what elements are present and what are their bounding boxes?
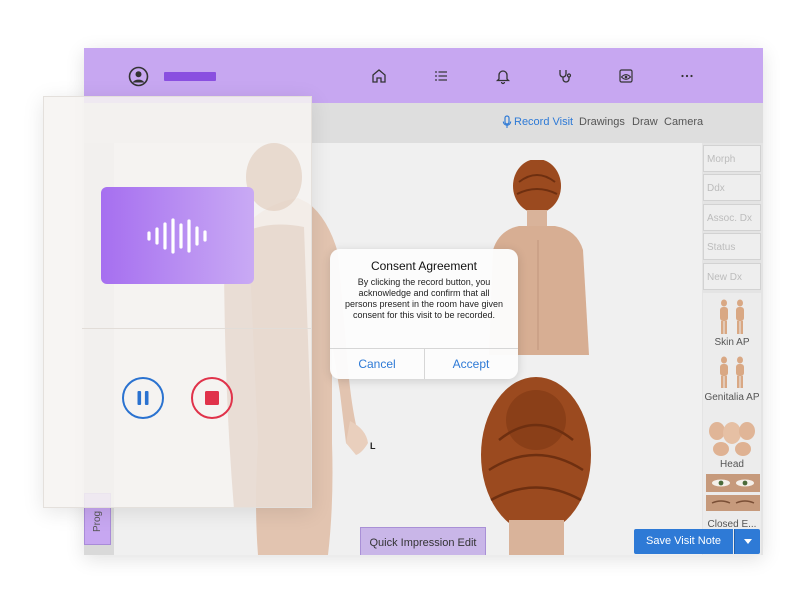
bell-icon[interactable]: [493, 66, 513, 86]
head-thumbnail[interactable]: [707, 419, 757, 457]
tab-record-visit[interactable]: Record Visit: [514, 116, 573, 128]
stethoscope-icon[interactable]: [554, 66, 574, 86]
top-nav-bar: [84, 48, 763, 103]
recording-panel: [43, 96, 312, 508]
quick-impression-edit-tab[interactable]: Quick Impression Edit: [360, 527, 486, 555]
eye-icon[interactable]: [616, 66, 636, 86]
eyes-thumbnail[interactable]: [706, 474, 760, 514]
progress-tab-label: Prog: [92, 510, 103, 532]
save-options-dropdown[interactable]: [734, 529, 760, 554]
ddx-field[interactable]: Ddx: [703, 174, 761, 201]
morph-field[interactable]: Morph: [703, 145, 761, 172]
microphone-icon: [502, 115, 512, 129]
caret-down-icon: [743, 539, 752, 544]
dialog-title: Consent Agreement: [370, 259, 478, 273]
genitalia-ap-label: Genitalia AP: [704, 392, 760, 403]
status-field[interactable]: Status: [703, 233, 761, 260]
list-icon[interactable]: [431, 66, 451, 86]
recorder-divider: [82, 328, 311, 329]
stop-icon: [205, 391, 219, 405]
user-avatar-icon[interactable]: [128, 66, 149, 87]
diagnosis-sidebar: Morph Ddx Assoc. Dx Status New Dx Skin A…: [702, 143, 763, 555]
head-figure-back[interactable]: [479, 370, 594, 555]
tab-draw[interactable]: Draw: [632, 116, 658, 128]
more-icon[interactable]: [677, 66, 697, 86]
stop-recording-button[interactable]: [191, 377, 233, 419]
home-icon[interactable]: [369, 66, 389, 86]
skin-ap-label: Skin AP: [714, 337, 750, 348]
cancel-button[interactable]: Cancel: [330, 357, 424, 371]
skin-ap-thumbnail[interactable]: [714, 299, 750, 335]
save-visit-note-button[interactable]: Save Visit Note: [634, 529, 733, 554]
user-name-redacted: [164, 72, 216, 81]
head-label: Head: [720, 459, 744, 470]
dialog-message: By clicking the record button, you ackno…: [344, 277, 504, 320]
audio-wave-icon: [146, 217, 207, 254]
assoc-dx-field[interactable]: Assoc. Dx: [703, 204, 761, 231]
accept-button[interactable]: Accept: [424, 357, 518, 371]
body-view-thumbnails: Skin AP Genitalia AP Head Closed E...: [703, 293, 761, 555]
genitalia-ap-thumbnail[interactable]: [714, 356, 750, 388]
tab-drawings[interactable]: Drawings: [579, 116, 625, 128]
new-dx-field[interactable]: New Dx: [703, 263, 761, 290]
pause-icon: [137, 391, 149, 405]
screen: Record Visit Drawings Draw Camera L Morp…: [0, 0, 807, 606]
audio-wave-card: [101, 187, 254, 284]
pause-recording-button[interactable]: [122, 377, 164, 419]
consent-dialog: Consent Agreement By clicking the record…: [330, 249, 518, 379]
tab-camera[interactable]: Camera: [664, 116, 703, 128]
left-side-marker: L: [370, 441, 376, 451]
